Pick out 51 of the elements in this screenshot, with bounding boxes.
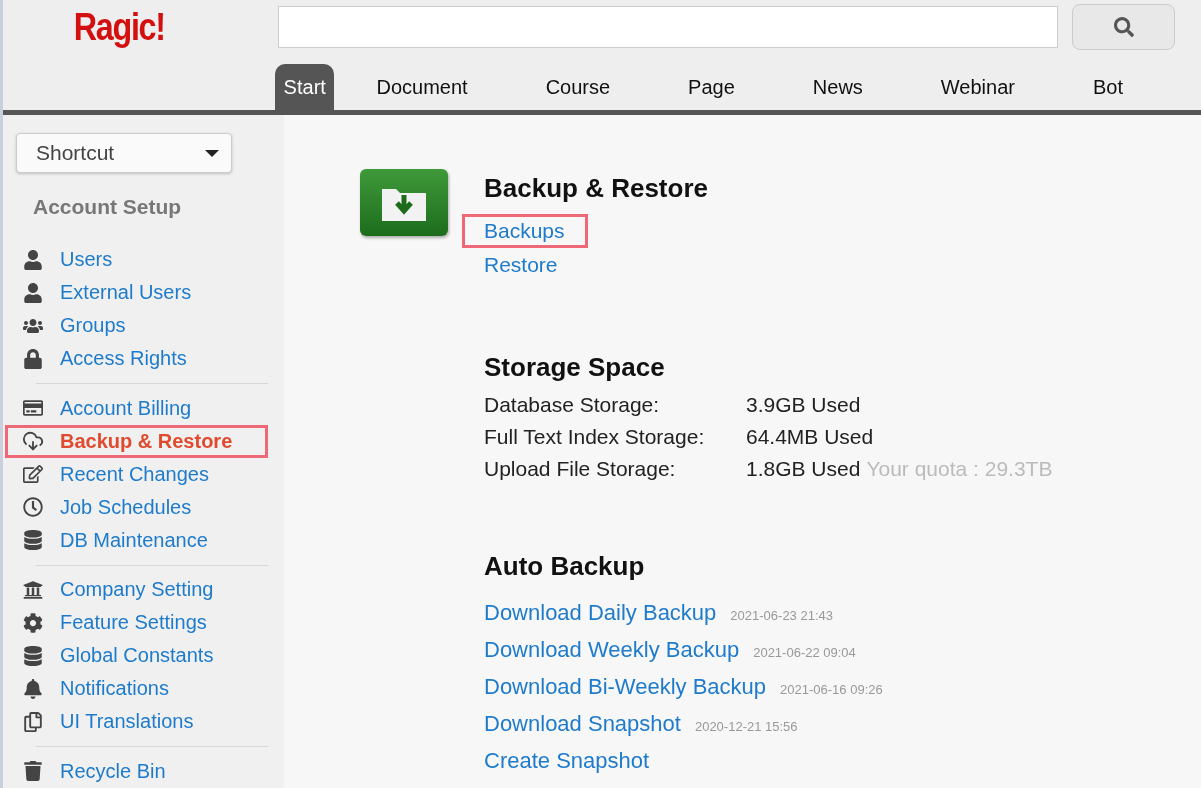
download-link[interactable]: Create Snapshot bbox=[484, 748, 650, 774]
sidebar-item[interactable]: DB Maintenance bbox=[5, 523, 268, 557]
sidebar-item[interactable]: Recent Changes bbox=[5, 457, 268, 491]
sidebar-item[interactable]: Notifications bbox=[5, 672, 268, 706]
sidebar-item[interactable]: Recycle Bin bbox=[5, 755, 268, 788]
nav-tab[interactable]: Start bbox=[275, 64, 335, 110]
caret-icon bbox=[205, 149, 219, 157]
sidebar-item[interactable]: Job Schedules bbox=[5, 490, 268, 524]
sidebar-item[interactable]: Account Billing bbox=[5, 392, 268, 425]
nav-tab[interactable]: Webinar bbox=[940, 64, 1015, 110]
search-field[interactable] bbox=[278, 6, 1058, 48]
shortcut-dropdown[interactable]: Shortcut bbox=[16, 133, 232, 174]
timestamp: 2020-12-21 15:56 bbox=[694, 719, 798, 734]
sidebar-item[interactable]: External Users bbox=[5, 276, 268, 310]
sidebar-heading: Account Setup bbox=[33, 195, 183, 220]
sidebar-item[interactable]: Users bbox=[5, 243, 268, 277]
sidebar-item[interactable]: UI Translations bbox=[5, 705, 268, 739]
section-title: Backup & Restore bbox=[484, 173, 709, 204]
section-title: Auto Backup bbox=[484, 551, 646, 582]
nav-tab[interactable]: Bot bbox=[1092, 64, 1123, 110]
storage-value: 3.9GB Used bbox=[746, 393, 861, 417]
logo: Ragic! bbox=[72, 5, 166, 49]
sidebar-item[interactable]: Access Rights bbox=[5, 342, 268, 376]
download-link[interactable]: Download Weekly Backup bbox=[484, 637, 740, 663]
sidebar-item[interactable]: Company Setting bbox=[5, 573, 268, 607]
timestamp: 2021-06-16 09:26 bbox=[780, 682, 883, 697]
nav-tab[interactable]: Course bbox=[545, 64, 611, 110]
storage-value: 1.8GB Used bbox=[746, 457, 861, 481]
sidebar-item[interactable]: Global Constants bbox=[5, 639, 268, 673]
section-title: Storage Space bbox=[484, 352, 666, 383]
folder-download-icon bbox=[360, 169, 448, 236]
nav-tab[interactable]: Page bbox=[688, 64, 735, 110]
sidebar-item[interactable]: Backup & Restore bbox=[5, 424, 268, 458]
download-link[interactable]: Download Daily Backup bbox=[484, 600, 717, 626]
sidebar-item[interactable]: Groups bbox=[5, 309, 268, 343]
storage-label: Full Text Index Storage: bbox=[484, 425, 706, 449]
nav-tab[interactable]: News bbox=[812, 64, 863, 110]
timestamp: 2021-06-22 09:04 bbox=[753, 645, 856, 660]
storage-value: 64.4MB Used bbox=[746, 425, 874, 449]
timestamp: 2021-06-23 21:43 bbox=[730, 608, 833, 623]
sidebar-item[interactable]: Feature Settings bbox=[5, 606, 268, 640]
download-link[interactable]: Download Snapshot bbox=[484, 711, 681, 737]
storage-label: Upload File Storage: bbox=[484, 457, 677, 481]
link[interactable]: Backups bbox=[462, 214, 588, 248]
search-button[interactable] bbox=[1072, 4, 1175, 50]
download-link[interactable]: Download Bi-Weekly Backup bbox=[484, 674, 767, 700]
link[interactable]: Restore bbox=[462, 248, 581, 282]
nav-tab[interactable]: Document bbox=[376, 64, 468, 110]
search-icon bbox=[1113, 17, 1134, 37]
quota-note: Your quota : 29.3TB bbox=[866, 457, 1053, 481]
storage-label: Database Storage: bbox=[484, 393, 661, 417]
